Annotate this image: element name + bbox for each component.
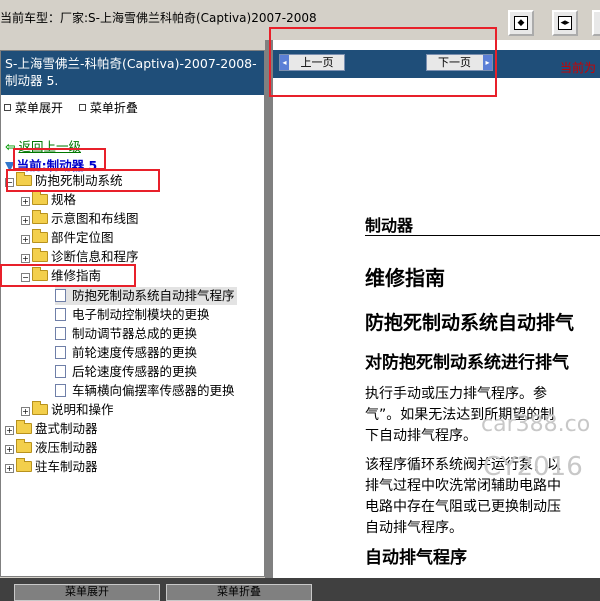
tree-label: 部件定位图 bbox=[51, 230, 114, 245]
tree-label: 示意图和布线图 bbox=[51, 211, 139, 226]
folder-icon bbox=[16, 439, 32, 453]
document-icon bbox=[55, 365, 66, 378]
doc-paragraph-1-line-1: 执行手动或压力排气程序。参 bbox=[365, 386, 547, 402]
menu-collapse-link[interactable]: 菜单折叠 bbox=[90, 101, 138, 115]
doc-paragraph-2-line-3: 电路中存在气阻或已更换制动压 bbox=[365, 499, 561, 515]
expand-toggle-icon[interactable]: + bbox=[21, 254, 30, 263]
section-title: 制动器 bbox=[365, 216, 414, 235]
tree-node-parking[interactable]: + 驻车制动器 bbox=[5, 458, 98, 476]
tree-item[interactable]: 后轮速度传感器的更换 bbox=[55, 363, 197, 381]
tree-label: 制动调节器总成的更换 bbox=[72, 326, 198, 341]
expand-toggle-icon[interactable]: + bbox=[5, 445, 14, 454]
tree-node-desc[interactable]: + 说明和操作 bbox=[21, 401, 114, 419]
tree-label: 前轮速度传感器的更换 bbox=[72, 345, 198, 360]
expand-toggle-icon[interactable]: + bbox=[21, 216, 30, 225]
frame-left-icon: ◆ bbox=[514, 16, 528, 30]
document-icon bbox=[55, 308, 66, 321]
tree-item[interactable]: 前轮速度传感器的更换 bbox=[55, 344, 197, 362]
tree-node-spec[interactable]: + 规格 bbox=[21, 191, 76, 209]
expand-toggle-icon[interactable]: + bbox=[5, 464, 14, 473]
folder-icon bbox=[32, 248, 48, 262]
current-page-label: 当前为 bbox=[560, 61, 597, 75]
folder-icon bbox=[32, 210, 48, 224]
tree-label: 液压制动器 bbox=[35, 440, 98, 455]
tree-label: 诊断信息和程序 bbox=[51, 249, 139, 264]
tree-item[interactable]: 电子制动控制模块的更换 bbox=[55, 306, 210, 324]
folder-icon bbox=[16, 458, 32, 472]
expand-toggle-icon[interactable]: + bbox=[21, 235, 30, 244]
menu-expand-link[interactable]: 菜单展开 bbox=[15, 101, 63, 115]
tree-label: 说明和操作 bbox=[51, 402, 114, 417]
document-icon bbox=[55, 289, 66, 302]
doc-paragraph-1-line-3: 下自动排气程序。 bbox=[365, 428, 477, 444]
doc-paragraph-2-line-4: 自动排气程序。 bbox=[365, 520, 463, 536]
tree-node-location[interactable]: + 部件定位图 bbox=[21, 229, 114, 247]
bottom-bar: 菜单展开 菜单折叠 bbox=[0, 578, 600, 601]
tree-node-diagram[interactable]: + 示意图和布线图 bbox=[21, 210, 139, 228]
pane-splitter[interactable] bbox=[265, 40, 273, 578]
document-icon bbox=[55, 327, 66, 340]
bottom-collapse-button[interactable]: 菜单折叠 bbox=[166, 584, 312, 601]
tree-label: 防抱死制动系统自动排气程序 bbox=[72, 288, 235, 303]
document-icon bbox=[55, 384, 66, 397]
document-icon bbox=[55, 346, 66, 359]
doc-subheading: 自动排气程序 bbox=[365, 548, 467, 568]
highlight-box-current bbox=[13, 148, 106, 170]
vehicle-breadcrumb: 当前车型：厂家:S-上海雪佛兰科帕奇(Captiva)2007-2008 bbox=[0, 11, 317, 25]
highlight-box-page-nav bbox=[269, 27, 497, 97]
tree-item[interactable]: 制动调节器总成的更换 bbox=[55, 325, 197, 343]
frame-split-icon: ◂▸ bbox=[558, 16, 572, 30]
expand-toggle-icon[interactable]: + bbox=[21, 407, 30, 416]
watermark-text: car388.co bbox=[481, 412, 591, 437]
folder-icon bbox=[32, 401, 48, 415]
doc-heading: 维修指南 bbox=[365, 266, 445, 290]
tree-label: 盘式制动器 bbox=[35, 421, 98, 436]
expand-toggle-icon[interactable]: + bbox=[21, 197, 30, 206]
tree-node-hydraulic[interactable]: + 液压制动器 bbox=[5, 439, 98, 457]
tree-item-selected[interactable]: 防抱死制动系统自动排气程序 bbox=[55, 287, 237, 305]
highlight-box-abs bbox=[6, 169, 160, 192]
folder-icon bbox=[16, 420, 32, 434]
expand-toggle-icon[interactable]: + bbox=[5, 426, 14, 435]
content-pane: ◂ 上一页 下一页 ▸ 当前为 制动器 维修指南 防抱死制动系统自动排气 对防抱死制… bbox=[273, 40, 600, 578]
folder-icon bbox=[32, 229, 48, 243]
tree-item[interactable]: 车辆横向偏摆率传感器的更换 bbox=[55, 382, 235, 400]
expand-square-icon bbox=[4, 104, 11, 111]
menu-controls: 菜单展开 菜单折叠 bbox=[1, 99, 264, 115]
tree-node-disc[interactable]: + 盘式制动器 bbox=[5, 420, 98, 438]
app-window: 当前车型：厂家:S-上海雪佛兰科帕奇(Captiva)2007-2008 ◆ ◂… bbox=[0, 0, 600, 601]
collapse-square-icon bbox=[78, 104, 86, 111]
tree-label: 后轮速度传感器的更换 bbox=[72, 364, 198, 379]
tree-label: 电子制动控制模块的更换 bbox=[72, 307, 210, 322]
navigation-pane: S-上海雪佛兰-科帕奇(Captiva)-2007-2008- 制动器 5. 菜… bbox=[0, 50, 265, 577]
doc-title: 防抱死制动系统自动排气 bbox=[365, 312, 575, 334]
vehicle-title: S-上海雪佛兰-科帕奇(Captiva)-2007-2008- 制动器 5. bbox=[1, 51, 264, 95]
section-rule bbox=[365, 235, 600, 236]
bottom-expand-button[interactable]: 菜单展开 bbox=[14, 584, 160, 601]
frame-right-button[interactable] bbox=[592, 10, 600, 36]
folder-icon bbox=[32, 191, 48, 205]
watermark-text: CY2016 bbox=[483, 452, 583, 482]
highlight-box-repair bbox=[0, 264, 136, 287]
frame-split-button[interactable]: ◂▸ bbox=[552, 10, 578, 36]
doc-subtitle: 对防抱死制动系统进行排气 bbox=[365, 353, 569, 373]
tree-label: 驻车制动器 bbox=[35, 459, 98, 474]
tree-label: 规格 bbox=[51, 192, 77, 207]
frame-left-button[interactable]: ◆ bbox=[508, 10, 534, 36]
tree-label: 车辆横向偏摆率传感器的更换 bbox=[72, 383, 235, 398]
